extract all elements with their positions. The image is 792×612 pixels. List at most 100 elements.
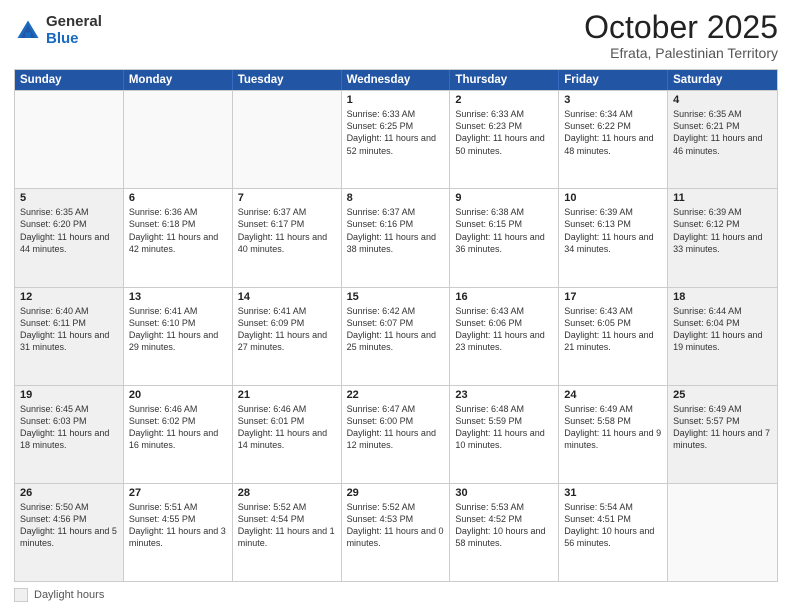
day-info: Sunrise: 6:38 AM Sunset: 6:15 PM Dayligh… xyxy=(455,206,553,255)
day-info: Sunrise: 5:52 AM Sunset: 4:54 PM Dayligh… xyxy=(238,501,336,550)
header-cell-saturday: Saturday xyxy=(668,70,777,90)
day-number: 31 xyxy=(564,487,662,499)
day-number: 19 xyxy=(20,389,118,401)
day-info: Sunrise: 6:36 AM Sunset: 6:18 PM Dayligh… xyxy=(129,206,227,255)
day-info: Sunrise: 6:41 AM Sunset: 6:09 PM Dayligh… xyxy=(238,305,336,354)
logo: General Blue xyxy=(14,14,102,47)
day-number: 18 xyxy=(673,291,772,303)
cal-cell: 31 Sunrise: 5:54 AM Sunset: 4:51 PM Dayli… xyxy=(559,484,668,581)
cal-cell: 30Sunrise: 5:53 AM Sunset: 4:52 PM Dayli… xyxy=(450,484,559,581)
day-number: 28 xyxy=(238,487,336,499)
cal-cell: 29Sunrise: 5:52 AM Sunset: 4:53 PM Dayli… xyxy=(342,484,451,581)
day-info: Sunrise: 6:40 AM Sunset: 6:11 PM Dayligh… xyxy=(20,305,118,354)
cal-cell: 23 Sunrise: 6:48 AM Sunset: 5:59 PM Dayli… xyxy=(450,386,559,483)
cal-cell: 16 Sunrise: 6:43 AM Sunset: 6:06 PM Dayli… xyxy=(450,288,559,385)
header-cell-wednesday: Wednesday xyxy=(342,70,451,90)
day-info: Sunrise: 6:34 AM Sunset: 6:22 PM Dayligh… xyxy=(564,108,662,157)
day-number: 27 xyxy=(129,487,227,499)
cal-cell: 7Sunrise: 6:37 AM Sunset: 6:17 PM Daylig… xyxy=(233,189,342,286)
logo-blue: Blue xyxy=(46,31,102,48)
header-cell-monday: Monday xyxy=(124,70,233,90)
cal-row-1: 5 Sunrise: 6:35 AM Sunset: 6:20 PM Daylig… xyxy=(15,188,777,286)
cal-row-4: 26 Sunrise: 5:50 AM Sunset: 4:56 PM Dayli… xyxy=(15,483,777,581)
day-info: Sunrise: 5:53 AM Sunset: 4:52 PM Dayligh… xyxy=(455,501,553,550)
cal-cell: 1Sunrise: 6:33 AM Sunset: 6:25 PM Daylig… xyxy=(342,91,451,188)
cal-cell: 18 Sunrise: 6:44 AM Sunset: 6:04 PM Dayli… xyxy=(668,288,777,385)
day-info: Sunrise: 6:42 AM Sunset: 6:07 PM Dayligh… xyxy=(347,305,445,354)
calendar: SundayMondayTuesdayWednesdayThursdayFrid… xyxy=(14,69,778,582)
cal-cell: 20 Sunrise: 6:46 AM Sunset: 6:02 PM Dayli… xyxy=(124,386,233,483)
cal-cell: 25Sunrise: 6:49 AM Sunset: 5:57 PM Dayli… xyxy=(668,386,777,483)
day-info: Sunrise: 6:37 AM Sunset: 6:17 PM Dayligh… xyxy=(238,206,336,255)
cal-cell: 14 Sunrise: 6:41 AM Sunset: 6:09 PM Dayli… xyxy=(233,288,342,385)
cal-cell: 27 Sunrise: 5:51 AM Sunset: 4:55 PM Dayli… xyxy=(124,484,233,581)
header-cell-thursday: Thursday xyxy=(450,70,559,90)
day-info: Sunrise: 6:49 AM Sunset: 5:57 PM Dayligh… xyxy=(673,403,772,452)
day-info: Sunrise: 5:51 AM Sunset: 4:55 PM Dayligh… xyxy=(129,501,227,550)
day-info: Sunrise: 6:33 AM Sunset: 6:25 PM Dayligh… xyxy=(347,108,445,157)
cal-cell: 19Sunrise: 6:45 AM Sunset: 6:03 PM Dayli… xyxy=(15,386,124,483)
day-info: Sunrise: 6:49 AM Sunset: 5:58 PM Dayligh… xyxy=(564,403,662,452)
cal-cell xyxy=(233,91,342,188)
day-info: Sunrise: 6:43 AM Sunset: 6:05 PM Dayligh… xyxy=(564,305,662,354)
cal-cell: 12 Sunrise: 6:40 AM Sunset: 6:11 PM Dayli… xyxy=(15,288,124,385)
day-number: 3 xyxy=(564,94,662,106)
cal-cell: 8Sunrise: 6:37 AM Sunset: 6:16 PM Daylig… xyxy=(342,189,451,286)
day-number: 24 xyxy=(564,389,662,401)
cal-cell xyxy=(124,91,233,188)
day-info: Sunrise: 6:35 AM Sunset: 6:20 PM Dayligh… xyxy=(20,206,118,255)
day-info: Sunrise: 6:35 AM Sunset: 6:21 PM Dayligh… xyxy=(673,108,772,157)
header-cell-sunday: Sunday xyxy=(15,70,124,90)
day-info: Sunrise: 6:39 AM Sunset: 6:13 PM Dayligh… xyxy=(564,206,662,255)
day-number: 16 xyxy=(455,291,553,303)
title-block: October 2025 Efrata, Palestinian Territo… xyxy=(584,10,778,61)
cal-cell xyxy=(668,484,777,581)
day-info: Sunrise: 6:44 AM Sunset: 6:04 PM Dayligh… xyxy=(673,305,772,354)
day-info: Sunrise: 6:43 AM Sunset: 6:06 PM Dayligh… xyxy=(455,305,553,354)
day-number: 5 xyxy=(20,192,118,204)
cal-cell: 6Sunrise: 6:36 AM Sunset: 6:18 PM Daylig… xyxy=(124,189,233,286)
day-number: 2 xyxy=(455,94,553,106)
cal-cell: 2 Sunrise: 6:33 AM Sunset: 6:23 PM Daylig… xyxy=(450,91,559,188)
logo-icon xyxy=(14,17,42,45)
cal-cell: 28 Sunrise: 5:52 AM Sunset: 4:54 PM Dayli… xyxy=(233,484,342,581)
day-info: Sunrise: 6:39 AM Sunset: 6:12 PM Dayligh… xyxy=(673,206,772,255)
cal-row-3: 19Sunrise: 6:45 AM Sunset: 6:03 PM Dayli… xyxy=(15,385,777,483)
cal-cell: 24 Sunrise: 6:49 AM Sunset: 5:58 PM Dayli… xyxy=(559,386,668,483)
cal-cell: 3 Sunrise: 6:34 AM Sunset: 6:22 PM Daylig… xyxy=(559,91,668,188)
day-info: Sunrise: 6:46 AM Sunset: 6:02 PM Dayligh… xyxy=(129,403,227,452)
cal-cell: 9Sunrise: 6:38 AM Sunset: 6:15 PM Daylig… xyxy=(450,189,559,286)
day-info: Sunrise: 5:54 AM Sunset: 4:51 PM Dayligh… xyxy=(564,501,662,550)
header-cell-tuesday: Tuesday xyxy=(233,70,342,90)
day-number: 26 xyxy=(20,487,118,499)
day-number: 8 xyxy=(347,192,445,204)
day-number: 22 xyxy=(347,389,445,401)
day-number: 4 xyxy=(673,94,772,106)
day-number: 15 xyxy=(347,291,445,303)
cal-row-2: 12 Sunrise: 6:40 AM Sunset: 6:11 PM Dayli… xyxy=(15,287,777,385)
calendar-header: SundayMondayTuesdayWednesdayThursdayFrid… xyxy=(15,70,777,90)
day-info: Sunrise: 6:41 AM Sunset: 6:10 PM Dayligh… xyxy=(129,305,227,354)
cal-cell: 15 Sunrise: 6:42 AM Sunset: 6:07 PM Dayli… xyxy=(342,288,451,385)
day-number: 11 xyxy=(673,192,772,204)
day-number: 10 xyxy=(564,192,662,204)
cal-cell: 26 Sunrise: 5:50 AM Sunset: 4:56 PM Dayli… xyxy=(15,484,124,581)
day-info: Sunrise: 6:48 AM Sunset: 5:59 PM Dayligh… xyxy=(455,403,553,452)
page: General Blue October 2025 Efrata, Palest… xyxy=(0,0,792,612)
logo-text: General Blue xyxy=(46,14,102,47)
day-info: Sunrise: 6:33 AM Sunset: 6:23 PM Dayligh… xyxy=(455,108,553,157)
day-number: 20 xyxy=(129,389,227,401)
day-number: 21 xyxy=(238,389,336,401)
header: General Blue October 2025 Efrata, Palest… xyxy=(14,10,778,61)
day-info: Sunrise: 5:52 AM Sunset: 4:53 PM Dayligh… xyxy=(347,501,445,550)
day-number: 14 xyxy=(238,291,336,303)
day-info: Sunrise: 6:47 AM Sunset: 6:00 PM Dayligh… xyxy=(347,403,445,452)
day-number: 23 xyxy=(455,389,553,401)
day-number: 12 xyxy=(20,291,118,303)
main-title: October 2025 xyxy=(584,10,778,45)
calendar-body: 1Sunrise: 6:33 AM Sunset: 6:25 PM Daylig… xyxy=(15,90,777,581)
cal-cell: 22 Sunrise: 6:47 AM Sunset: 6:00 PM Dayli… xyxy=(342,386,451,483)
cal-cell xyxy=(15,91,124,188)
day-info: Sunrise: 5:50 AM Sunset: 4:56 PM Dayligh… xyxy=(20,501,118,550)
cal-cell: 5 Sunrise: 6:35 AM Sunset: 6:20 PM Daylig… xyxy=(15,189,124,286)
